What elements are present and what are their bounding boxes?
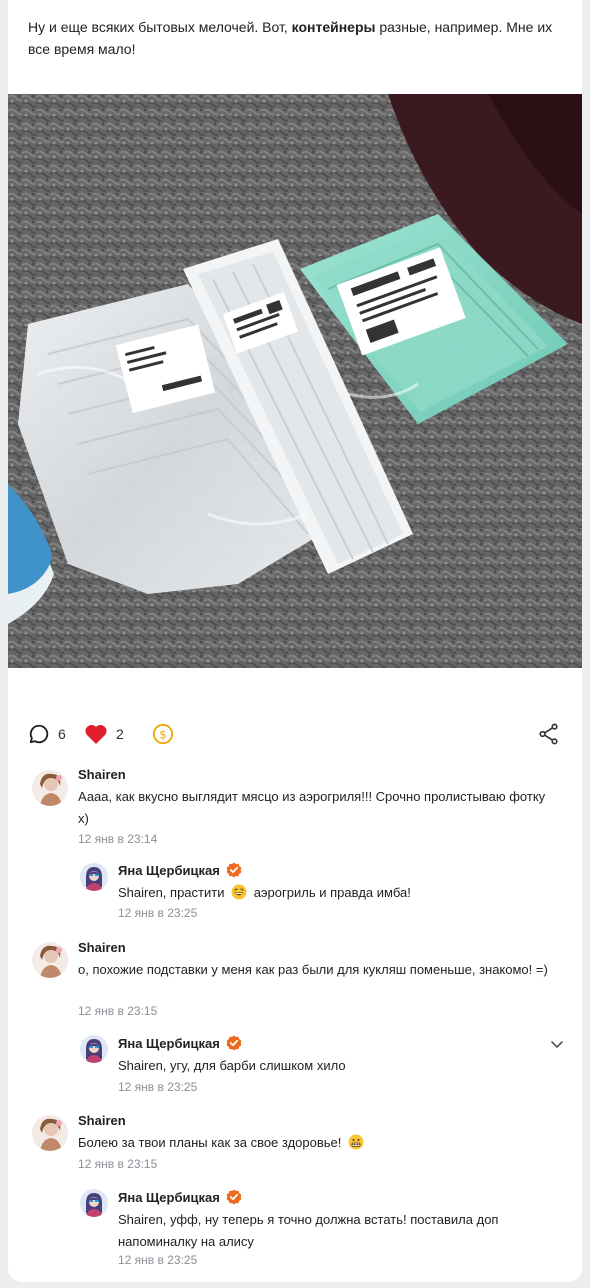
donate-button[interactable]: $ xyxy=(152,720,174,748)
reply-text: Shairen, угу, для барби слишком хило xyxy=(118,1058,346,1073)
collapse-thread-button[interactable] xyxy=(549,1036,565,1057)
comment-text: Аааа, как вкусно выглядит мясцо из аэрог… xyxy=(78,789,546,826)
svg-text:$: $ xyxy=(159,728,167,742)
grimacing-face-emoji-icon xyxy=(348,1134,364,1150)
comments-count: 6 xyxy=(58,726,66,742)
like-button[interactable]: 2 xyxy=(84,720,124,748)
comment-bubble-icon xyxy=(29,724,49,744)
reply-time[interactable]: 12 янв в 23:25 xyxy=(118,906,197,920)
likes-count: 2 xyxy=(116,726,124,742)
reply-text: Shairen, уфф, ну теперь я точно должна в… xyxy=(118,1212,499,1249)
reply-text: Shairen, прастити аэрогриль и правда имб… xyxy=(118,884,411,900)
reply-author[interactable]: Яна Щербицкая xyxy=(118,862,242,878)
reply-author[interactable]: Яна Щербицкая xyxy=(118,1189,242,1205)
verified-badge-icon xyxy=(226,1189,242,1205)
laughing-face-emoji-icon xyxy=(231,884,247,900)
reply-time[interactable]: 12 янв в 23:25 xyxy=(118,1080,197,1094)
verified-badge-icon xyxy=(226,862,242,878)
avatar-shairen[interactable] xyxy=(32,1115,68,1151)
avatar-yana[interactable] xyxy=(80,1189,108,1217)
coin-icon: $ xyxy=(152,723,174,745)
avatar-shairen[interactable] xyxy=(32,770,68,806)
comment-author[interactable]: Shairen xyxy=(78,940,126,955)
post-text-bold: контейнеры xyxy=(291,19,376,35)
reply-time[interactable]: 12 янв в 23:25 xyxy=(118,1253,197,1267)
post-text: Ну и еще всяких бытовых мелочей. Вот, ко… xyxy=(28,19,553,57)
comment-time[interactable]: 12 янв в 23:15 xyxy=(78,1004,157,1018)
avatar-yana[interactable] xyxy=(80,1035,108,1063)
comment-time[interactable]: 12 янв в 23:15 xyxy=(78,1157,157,1171)
comment-text: Болею за твои планы как за свое здоровье… xyxy=(78,1132,558,1154)
comment-author[interactable]: Shairen xyxy=(78,767,126,782)
post-card: Ну и еще всяких бытовых мелочей. Вот, ко… xyxy=(8,0,582,1282)
verified-badge-icon xyxy=(226,1035,242,1051)
post-photo[interactable] xyxy=(8,94,582,668)
comment-time[interactable]: 12 янв в 23:14 xyxy=(78,832,157,846)
heart-icon xyxy=(85,724,107,744)
avatar-yana[interactable] xyxy=(80,863,108,891)
comments-button[interactable]: 6 xyxy=(28,720,66,748)
reply-author[interactable]: Яна Щербицкая xyxy=(118,1035,242,1051)
share-button[interactable] xyxy=(538,723,560,750)
share-icon xyxy=(539,723,558,745)
comment-text: о, похожие подставки у меня как раз были… xyxy=(78,962,548,977)
chevron-down-icon xyxy=(551,1041,563,1048)
comment-author[interactable]: Shairen xyxy=(78,1113,126,1128)
post-actions: 6 2 $ xyxy=(28,720,568,748)
avatar-shairen[interactable] xyxy=(32,942,68,978)
